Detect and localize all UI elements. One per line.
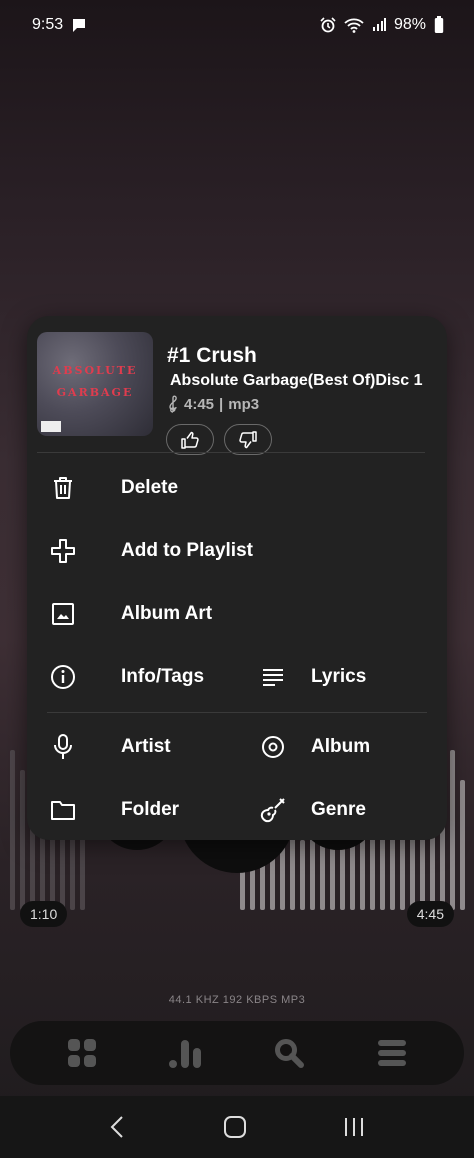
album-art-text-line2: GARBAGE xyxy=(56,386,134,399)
search-icon xyxy=(274,1039,304,1068)
like-button[interactable] xyxy=(166,424,214,455)
wifi-icon xyxy=(344,18,364,33)
home-icon[interactable] xyxy=(223,1115,247,1139)
menu-item-genre[interactable]: Genre xyxy=(257,787,437,833)
recents-icon[interactable] xyxy=(342,1115,366,1139)
battery-icon xyxy=(434,16,444,33)
menu-label-add-to-playlist: Add to Playlist xyxy=(121,540,253,561)
back-icon[interactable] xyxy=(108,1115,128,1139)
search-button[interactable] xyxy=(264,1028,314,1078)
menu-label-artist: Artist xyxy=(121,736,171,757)
album-art-thumbnail[interactable]: ABSOLUTE GARBAGE xyxy=(37,332,153,436)
meta-separator: | xyxy=(219,395,224,413)
menu-item-album-art[interactable]: Album Art xyxy=(47,591,427,637)
menu-item-add-to-playlist[interactable]: Add to Playlist xyxy=(47,528,427,574)
folder-icon xyxy=(47,794,79,826)
track-title: #1 Crush xyxy=(167,344,257,367)
image-icon xyxy=(47,598,79,630)
menu-item-folder[interactable]: Folder xyxy=(47,787,247,833)
menu-item-album[interactable]: Album xyxy=(257,724,437,770)
track-meta: 4:45 | mp3 xyxy=(167,395,259,413)
system-navigation-bar xyxy=(0,1096,474,1158)
header-divider xyxy=(37,452,425,453)
advisory-label xyxy=(41,421,61,432)
track-header: ABSOLUTE GARBAGE #1 Crush Absolute Garba… xyxy=(37,332,437,458)
menu-item-delete[interactable]: Delete xyxy=(47,465,427,511)
track-format: mp3 xyxy=(228,395,260,413)
alarm-icon xyxy=(320,17,336,33)
text-lines-icon xyxy=(257,661,289,693)
bottom-navigation xyxy=(10,1021,464,1085)
menu-label-delete: Delete xyxy=(121,477,179,498)
track-album: Absolute Garbage(Best Of)Disc 1 xyxy=(170,372,423,389)
menu-item-info-tags[interactable]: Info/Tags xyxy=(47,654,247,700)
track-duration: 4:45 xyxy=(184,395,215,413)
microphone-icon xyxy=(47,731,79,763)
grid-icon xyxy=(67,1039,96,1067)
menu-item-artist[interactable]: Artist xyxy=(47,724,247,770)
track-options-sheet: ABSOLUTE GARBAGE #1 Crush Absolute Garba… xyxy=(27,316,447,840)
section-divider xyxy=(47,712,427,713)
menu-label-album: Album xyxy=(311,736,371,757)
library-grid-button[interactable] xyxy=(57,1028,107,1078)
menu-item-lyrics[interactable]: Lyrics xyxy=(257,654,437,700)
message-notification-icon xyxy=(73,18,86,32)
menu-label-lyrics: Lyrics xyxy=(311,666,367,687)
audio-format-info: 44.1 KHZ 192 KBPS MP3 xyxy=(168,994,306,1006)
dislike-button[interactable] xyxy=(224,424,272,455)
plus-icon xyxy=(47,535,79,567)
menu-icon xyxy=(378,1040,407,1066)
clock: 9:53 xyxy=(32,16,64,33)
battery-level: 98% xyxy=(393,16,426,33)
equalizer-button[interactable] xyxy=(160,1028,210,1078)
menu-label-info-tags: Info/Tags xyxy=(121,666,205,687)
trash-icon xyxy=(47,472,79,504)
menu-label-genre: Genre xyxy=(311,799,366,820)
album-art-text-line1: ABSOLUTE xyxy=(52,364,138,377)
info-icon xyxy=(47,661,79,693)
thumbs-up-icon xyxy=(181,431,199,449)
treble-clef-icon xyxy=(169,395,177,413)
signal-icon xyxy=(372,18,386,31)
menu-label-folder: Folder xyxy=(121,799,180,820)
total-time: 4:45 xyxy=(406,901,454,927)
elapsed-time: 1:10 xyxy=(20,901,68,927)
guitar-icon xyxy=(257,794,289,826)
bar-chart-icon xyxy=(169,1040,202,1068)
disc-icon xyxy=(257,731,289,763)
menu-label-album-art: Album Art xyxy=(121,603,213,624)
status-bar: 9:53 98% xyxy=(0,0,474,50)
menu-button[interactable] xyxy=(367,1028,417,1078)
thumbs-down-icon xyxy=(239,430,257,448)
